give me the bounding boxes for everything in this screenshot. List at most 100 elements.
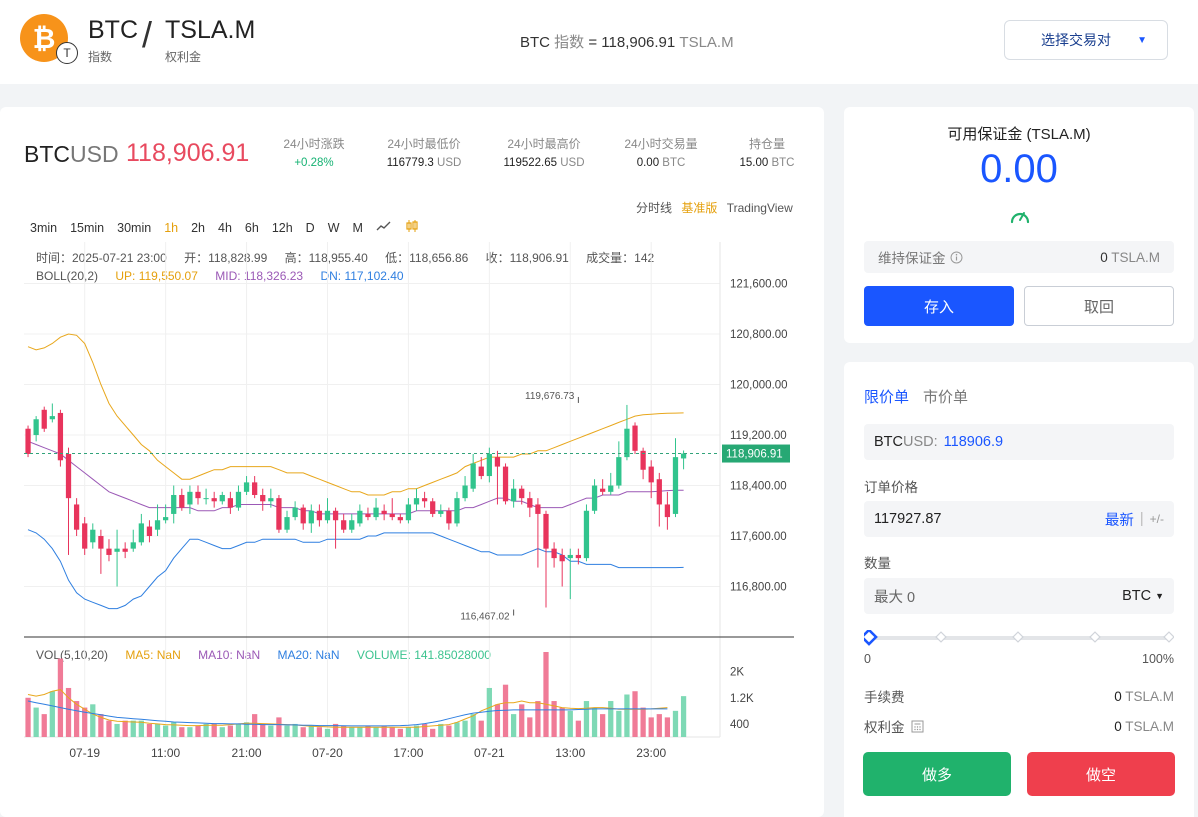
candle-body xyxy=(25,428,31,454)
candlestick-chart[interactable]: 121,600.00 120,800.00 120,000.00 119,200.00… xyxy=(0,107,824,797)
withdraw-button[interactable]: 取回 xyxy=(1024,286,1174,326)
candle-body xyxy=(438,510,444,514)
volume-bar xyxy=(486,687,492,737)
volume-bar xyxy=(268,725,274,737)
margin-panel: 可用保证金 (TSLA.M) 0.00 维持保证金 0 TSLA.M 存入 取回 xyxy=(844,107,1194,343)
x-tick-label: 11:00 xyxy=(151,746,180,760)
volume-bar xyxy=(130,720,136,737)
maint-value-wrap: 0 TSLA.M xyxy=(1100,250,1160,265)
volume-bar xyxy=(389,727,395,737)
candle-body xyxy=(219,494,225,502)
pair-logo: ₿ T xyxy=(20,14,82,66)
volume-bar xyxy=(559,707,565,737)
candle-body xyxy=(575,554,582,559)
quantity-input[interactable]: 最大 0 BTC ▼ xyxy=(864,578,1174,614)
calculator-icon[interactable] xyxy=(911,720,924,733)
candle-body xyxy=(154,520,161,530)
candle-body xyxy=(122,548,128,552)
deposit-button[interactable]: 存入 xyxy=(864,286,1014,326)
tab-market-order[interactable]: 市价单 xyxy=(923,386,968,407)
volume-bar xyxy=(510,714,517,737)
select-pair-label: 选择交易对 xyxy=(1041,32,1111,48)
volume-bar xyxy=(276,717,282,737)
candle-body xyxy=(583,510,590,559)
volume-bar xyxy=(373,727,379,737)
y-tick-label: 119,200.00 xyxy=(730,430,787,442)
volume-bar xyxy=(195,725,201,737)
volume-bar xyxy=(308,725,314,737)
volume-bar xyxy=(300,727,306,737)
x-tick-label: 21:00 xyxy=(232,746,262,760)
candle-body xyxy=(284,517,290,530)
chart-panel: BTCUSD 118,906.91 24小时涨跌 +0.28% 24小时最低价 … xyxy=(0,107,824,817)
premium-unit: TSLA.M xyxy=(1125,718,1174,734)
short-button[interactable]: 做空 xyxy=(1027,752,1175,796)
candle-body xyxy=(90,529,96,543)
select-pair-dropdown[interactable]: 选择交易对 ▼ xyxy=(1004,20,1168,60)
boll-mid-line xyxy=(27,440,684,515)
volume-bar xyxy=(41,714,47,737)
candle-body xyxy=(211,498,217,502)
quantity-unit: BTC xyxy=(1122,588,1152,604)
fee-unit: TSLA.M xyxy=(1125,688,1174,704)
candle-body xyxy=(349,520,355,530)
volume-bar xyxy=(583,701,590,737)
volume-bar xyxy=(608,701,614,737)
candle-body xyxy=(551,548,557,559)
vol-tick-label: 1.2K xyxy=(730,693,754,705)
candle-body xyxy=(33,419,39,436)
candle-body xyxy=(316,510,323,521)
candle-body xyxy=(227,498,234,508)
volume-bar xyxy=(162,725,169,737)
info-icon[interactable] xyxy=(950,251,963,264)
volume-bar xyxy=(640,707,646,737)
volume-bar xyxy=(114,723,120,737)
quantity-slider[interactable] xyxy=(864,630,1174,646)
tab-limit-order[interactable]: 限价单 xyxy=(864,386,909,407)
volume-bar xyxy=(454,722,460,737)
candle-body xyxy=(664,504,671,518)
maint-label: 维持保证金 xyxy=(878,251,946,266)
caret-down-icon: ▼ xyxy=(1137,35,1147,46)
candle-body xyxy=(252,482,258,495)
min-price-label: 116,467.02 xyxy=(460,612,510,623)
candle-body xyxy=(49,416,55,420)
candle-body xyxy=(332,510,339,521)
quantity-unit-select[interactable]: BTC ▼ xyxy=(1122,588,1164,604)
candle-body xyxy=(446,510,452,524)
slider-labels: 0 100% xyxy=(864,652,1174,666)
tsla-coin-icon: T xyxy=(56,42,78,64)
volume-bar xyxy=(632,691,638,737)
x-tick-label: 13:00 xyxy=(555,746,585,760)
candle-body xyxy=(567,554,573,559)
divider: | xyxy=(1139,511,1144,527)
volume-bar xyxy=(519,704,525,737)
slider-min: 0 xyxy=(864,652,871,666)
plus-minus-button[interactable]: +/- xyxy=(1150,512,1164,526)
index-name: BTC xyxy=(520,34,550,51)
candle-body xyxy=(341,520,347,530)
candle-body xyxy=(365,513,371,518)
max-price-label: 119,676.73 xyxy=(525,391,575,402)
y-tick-label: 116,800.00 xyxy=(730,582,787,594)
index-price: BTC 指数 = 118,906.91 TSLA.M xyxy=(520,31,734,52)
candle-body xyxy=(130,542,136,549)
caret-down-icon: ▼ xyxy=(1155,591,1164,601)
volume-bar xyxy=(235,723,242,737)
latest-price-button[interactable]: 最新 xyxy=(1105,509,1134,530)
candle-body xyxy=(510,488,517,502)
symbol-price-field: BTC USD: 118906.9 xyxy=(864,424,1174,460)
current-price-label: 118,906.91 xyxy=(726,449,783,461)
volume-bar xyxy=(90,704,96,737)
order-price-input[interactable]: 117927.87 最新 | +/- xyxy=(864,501,1174,537)
candle-body xyxy=(430,501,436,514)
volume-bar xyxy=(154,723,161,737)
candle-body xyxy=(543,513,549,549)
vol-tick-label: 400 xyxy=(730,719,749,731)
y-tick-label: 117,600.00 xyxy=(730,531,787,543)
volume-bar xyxy=(680,696,687,737)
volume-bar xyxy=(502,684,509,737)
long-button[interactable]: 做多 xyxy=(863,752,1011,796)
vol-tick-label: 2K xyxy=(730,667,744,679)
candle-body xyxy=(470,463,476,489)
